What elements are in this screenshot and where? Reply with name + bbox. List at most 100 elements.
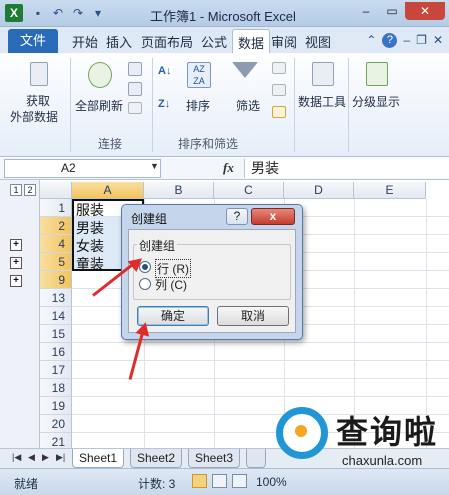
tab-insert[interactable]: 插入 [106,32,132,51]
sort-label[interactable]: 排序 [186,97,210,114]
column-header-b[interactable]: B [144,182,214,199]
column-header-e[interactable]: E [354,182,426,199]
insert-function-icon[interactable]: fx [223,160,234,176]
clear-filter-icon[interactable] [272,62,286,74]
row-header[interactable]: 1 [40,199,72,217]
row-header[interactable]: 2 [40,217,72,235]
page-layout-view-icon[interactable] [212,474,227,488]
redo-icon[interactable]: ↷ [70,5,86,21]
row-header[interactable]: 14 [40,307,72,325]
tab-data[interactable]: 数据 [232,29,271,54]
outline-expand-button[interactable]: + [10,275,22,287]
refresh-all-label[interactable]: 全部刷新 [75,97,123,114]
properties-icon[interactable] [128,82,142,96]
sort-dialog-icon[interactable]: AZ ZA [187,62,211,88]
cell-a4[interactable]: 女装 [76,236,104,256]
filter-label[interactable]: 筛选 [236,97,260,114]
help-icon[interactable]: ? [382,33,398,48]
window-title: 工作簿1 - Microsoft Excel [150,9,296,24]
edit-links-icon[interactable] [128,102,142,114]
page-break-view-icon[interactable] [232,474,247,488]
zoom-level[interactable]: 100% [256,475,287,489]
sort-za-icon[interactable]: Z↓ [158,98,178,118]
maximize-icon[interactable]: ▭ [379,2,405,20]
refresh-all-icon[interactable] [88,62,112,88]
tab-home[interactable]: 开始 [72,32,98,51]
column-header-a[interactable]: A [72,182,144,199]
help-icon[interactable]: ? [226,208,248,225]
watermark-text: 查询啦 [336,414,439,450]
radio-columns-label[interactable]: 列 (C) [155,276,187,293]
row-header[interactable]: 5 [40,253,72,271]
tab-file[interactable]: 文件 [8,29,58,53]
tab-page-layout[interactable]: 页面布局 [141,32,193,51]
sheet-tab-1[interactable]: Sheet1 [72,449,125,468]
tab-view[interactable]: 视图 [305,32,331,51]
undo-icon[interactable]: ↶ [50,5,66,21]
radio-columns[interactable] [139,278,151,290]
chevron-down-icon[interactable]: ▼ [150,161,159,171]
get-external-label-2[interactable]: 外部数据 [10,108,58,125]
minimize-ribbon-icon[interactable]: ⌃ [366,33,376,48]
filter-icon[interactable] [232,62,258,78]
sheet-tab-2[interactable]: Sheet2 [130,449,183,468]
column-header-d[interactable]: D [284,182,354,199]
cancel-button[interactable]: 取消 [217,306,289,326]
advanced-filter-icon[interactable] [272,106,286,118]
minimize-icon[interactable]: – [353,2,379,20]
row-header[interactable]: 19 [40,397,72,415]
prev-sheet-icon[interactable]: ◀ [28,452,35,463]
customize-icon[interactable]: ▾ [90,5,106,21]
group-connections-label: 连接 [98,137,123,151]
next-sheet-icon[interactable]: ▶ [42,452,49,463]
outline-expand-button[interactable]: + [10,257,22,269]
outline-icon[interactable] [366,62,388,86]
outline-expand-button[interactable]: + [10,239,22,251]
last-sheet-icon[interactable]: ▶| [56,452,65,463]
row-header[interactable]: 17 [40,361,72,379]
row-header[interactable]: 4 [40,235,72,253]
ribbon-tabs: 文件 开始 插入 页面布局 公式 数据 审阅 视图 ⌃ ? – ❐ ✕ [0,27,449,54]
row-header[interactable]: 15 [40,325,72,343]
cell-a1[interactable]: 服装 [76,200,104,220]
tab-formulas[interactable]: 公式 [201,32,227,51]
outline-level-1[interactable]: 1 [10,184,22,196]
cell-a9[interactable]: 童装 [76,254,104,274]
first-sheet-icon[interactable]: |◀ [12,452,21,463]
close-icon[interactable]: x [251,208,295,225]
window-minimize-icon[interactable]: – [403,33,410,48]
column-header-c[interactable]: C [214,182,284,199]
formula-input[interactable]: 男装 [244,159,449,178]
select-all-corner[interactable] [40,182,72,199]
row-header[interactable]: 13 [40,289,72,307]
workbook-close-icon[interactable]: ✕ [433,33,443,48]
cell-a2[interactable]: 男装 [76,218,104,238]
tab-review[interactable]: 审阅 [271,32,297,51]
insert-sheet-icon[interactable] [246,449,266,468]
grid-line [72,360,449,361]
outline-label[interactable]: 分级显示 [352,93,400,110]
row-header[interactable]: 16 [40,343,72,361]
sort-az-icon[interactable]: A↓ [158,65,178,85]
close-icon[interactable]: ✕ [405,2,445,20]
group-sort-filter-label: 排序和筛选 [178,137,239,151]
normal-view-icon[interactable] [192,474,207,488]
name-box[interactable]: A2 [4,159,161,178]
dialog-title: 创建组 [131,212,168,226]
save-icon[interactable]: ▪ [30,5,46,21]
row-header[interactable]: 18 [40,379,72,397]
get-external-data-icon[interactable] [30,62,48,86]
get-external-label-1[interactable]: 获取 [26,92,50,109]
data-tools-icon[interactable] [312,62,334,86]
status-ready: 就绪 [14,477,39,491]
row-header[interactable]: 20 [40,415,72,433]
data-tools-label[interactable]: 数据工具 [298,93,346,110]
outline-level-2[interactable]: 2 [24,184,36,196]
window-restore-icon[interactable]: ❐ [416,33,427,48]
connections-icon[interactable] [128,62,142,76]
reapply-icon[interactable] [272,84,286,96]
sheet-tab-3[interactable]: Sheet3 [188,449,241,468]
ribbon-separator [294,58,295,152]
excel-app-icon[interactable]: X [5,4,23,22]
row-header[interactable]: 9 [40,271,72,289]
